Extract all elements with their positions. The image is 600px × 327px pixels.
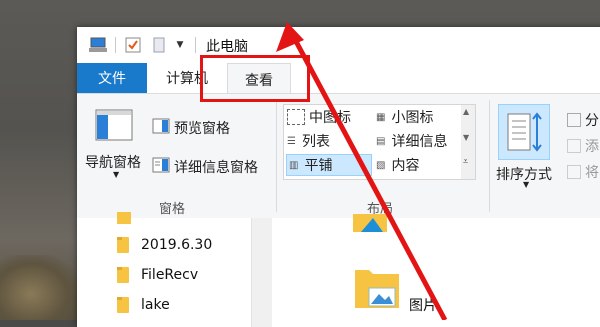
arrow-shaft <box>288 30 448 320</box>
annotation-arrow <box>276 22 448 320</box>
